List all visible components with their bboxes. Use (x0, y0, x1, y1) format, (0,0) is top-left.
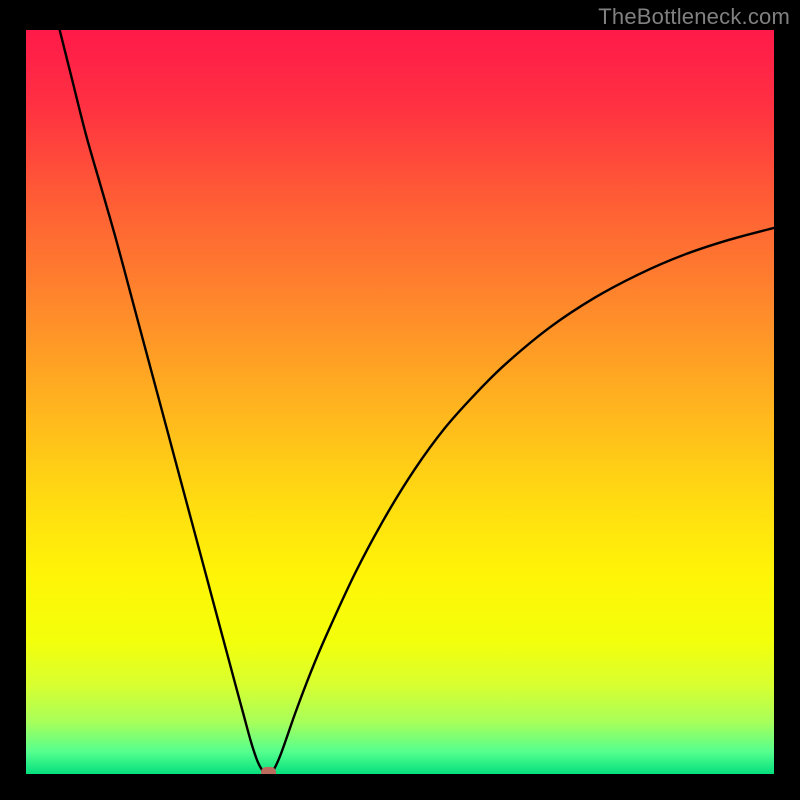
optimal-point-marker (261, 767, 276, 774)
gradient-background (26, 30, 774, 774)
chart-frame: TheBottleneck.com (0, 0, 800, 800)
plot-svg (26, 30, 774, 774)
attribution-text: TheBottleneck.com (598, 4, 790, 30)
plot-area (26, 30, 774, 774)
